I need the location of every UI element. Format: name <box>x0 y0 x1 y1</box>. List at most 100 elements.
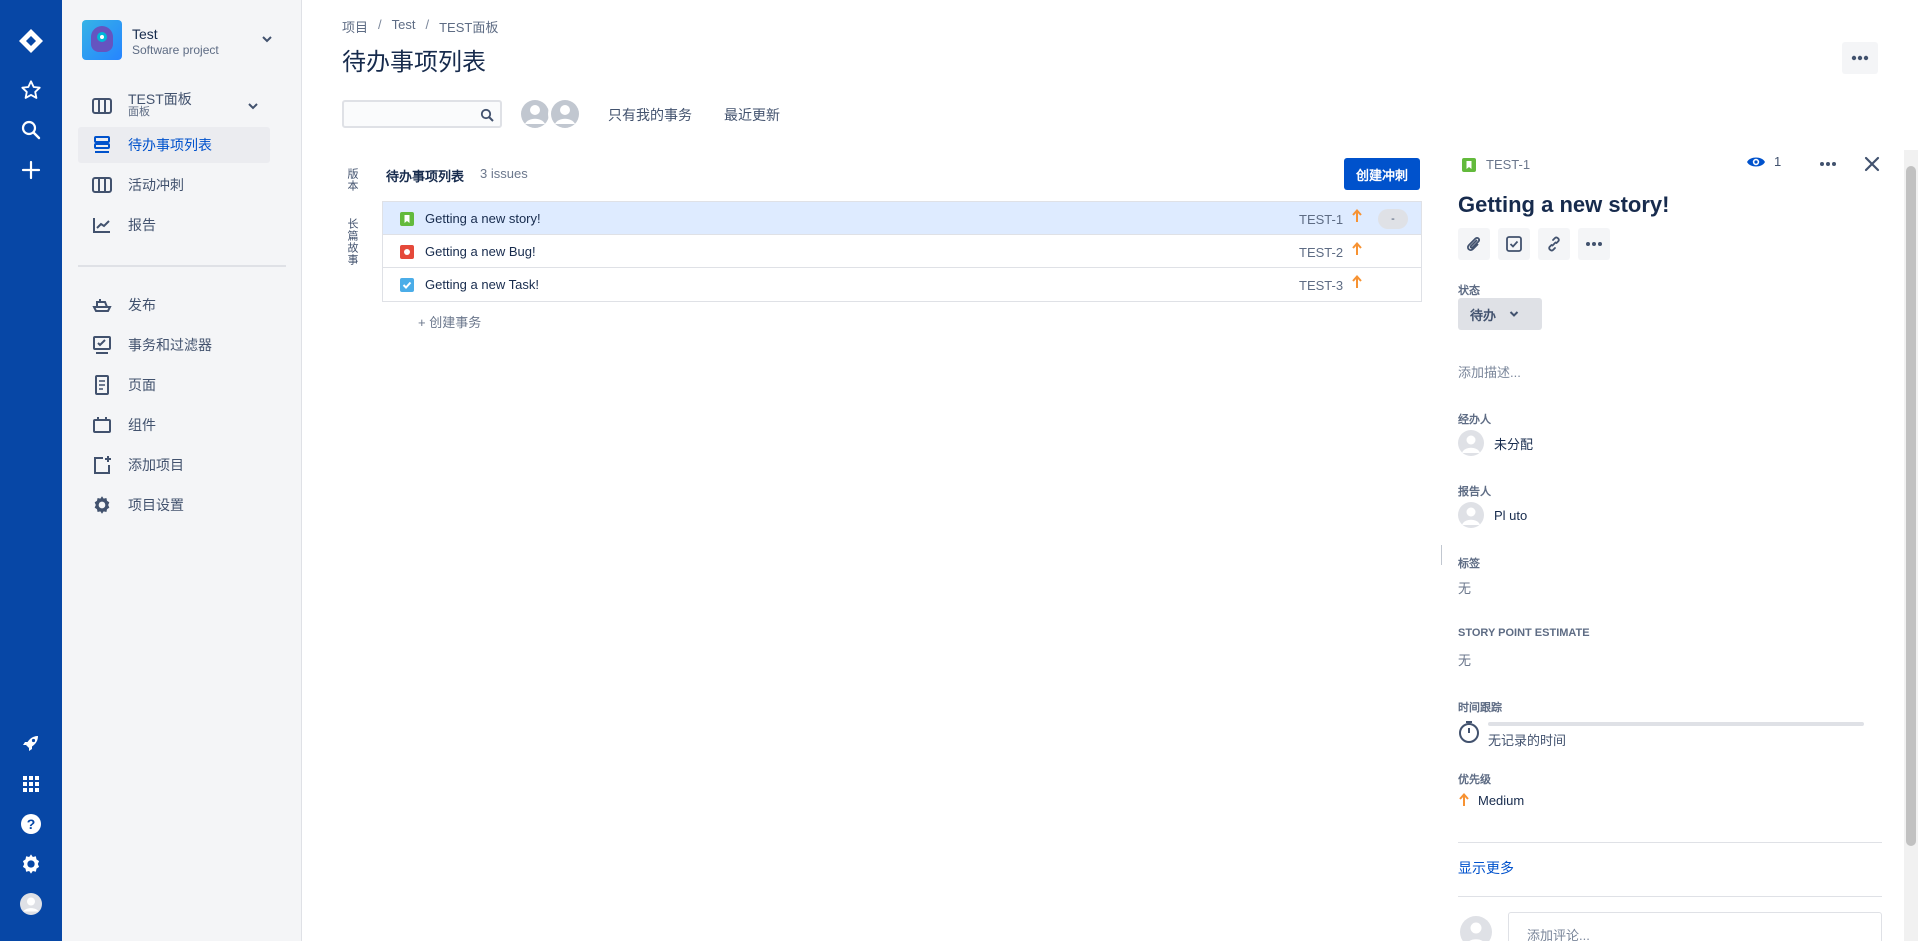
sidebar-item-label: 添加项目 <box>128 457 184 473</box>
settings-icon[interactable] <box>15 848 47 880</box>
table-row[interactable]: Getting a new story! TEST-1 - <box>383 202 1421 235</box>
sidebar-item-backlog[interactable]: 待办事项列表 <box>78 127 270 163</box>
svg-text:?: ? <box>27 816 36 832</box>
ship-icon <box>90 293 114 317</box>
more-actions-button[interactable] <box>1842 42 1878 74</box>
comment-input[interactable]: 添加评论... <box>1508 912 1882 941</box>
more-actions-button[interactable] <box>1578 228 1610 260</box>
avatar <box>1458 502 1484 528</box>
tab-epics[interactable]: 长篇故事 <box>344 218 360 266</box>
app-switcher-icon[interactable] <box>15 768 47 800</box>
sidebar-item-label: 组件 <box>128 417 156 433</box>
star-icon[interactable] <box>15 74 47 106</box>
create-issue-button[interactable]: + 创建事务 <box>418 312 481 331</box>
chevron-down-icon <box>1509 311 1519 317</box>
assignee-value: 未分配 <box>1494 436 1534 452</box>
scrollbar[interactable] <box>1904 150 1918 941</box>
status-dropdown[interactable]: 待办 <box>1458 298 1542 330</box>
breadcrumb-projects[interactable]: 项目 <box>342 17 368 36</box>
breadcrumb-board[interactable]: TEST面板 <box>439 17 498 36</box>
eye-icon <box>1747 157 1765 166</box>
time-tracking-bar <box>1488 722 1864 726</box>
sidebar-item-board[interactable]: TEST面板 面板 <box>78 88 270 124</box>
board-columns-icon <box>90 173 114 197</box>
chart-line-icon <box>90 213 114 237</box>
issues-icon <box>90 333 114 357</box>
chevron-down-icon[interactable] <box>246 99 260 116</box>
rocket-icon[interactable] <box>15 727 47 759</box>
jira-logo-icon[interactable] <box>15 25 47 57</box>
sidebar-item-issues-filters[interactable]: 事务和过滤器 <box>78 327 270 363</box>
more-icon <box>1851 55 1869 61</box>
sidebar-item-label: 页面 <box>128 377 156 393</box>
avatar[interactable] <box>518 97 552 131</box>
issue-key[interactable]: TEST-1 <box>1299 212 1343 227</box>
close-button[interactable] <box>1860 152 1884 179</box>
breadcrumb: 项目 / Test / TEST面板 <box>342 17 499 36</box>
labels-value[interactable]: 无 <box>1458 578 1471 597</box>
issue-key[interactable]: TEST-3 <box>1299 278 1343 293</box>
issue-title[interactable]: Getting a new story! <box>1458 192 1669 218</box>
backlog-icon <box>90 133 114 157</box>
issue-summary: Getting a new Bug! <box>425 244 536 259</box>
table-row[interactable]: Getting a new Task! TEST-3 <box>383 268 1421 301</box>
sidebar-item-reports[interactable]: 报告 <box>78 207 270 243</box>
issue-more-button[interactable] <box>1818 154 1838 177</box>
table-row[interactable]: Getting a new Bug! TEST-2 <box>383 235 1421 268</box>
help-icon[interactable]: ? <box>15 808 47 840</box>
project-name: Test <box>132 26 158 42</box>
priority-label: 优先级 <box>1458 774 1491 786</box>
sidebar-item-releases[interactable]: 发布 <box>78 287 270 323</box>
chevron-down-icon[interactable] <box>260 32 274 49</box>
breadcrumb-project[interactable]: Test <box>392 17 416 36</box>
plus-icon[interactable] <box>15 154 47 186</box>
priority-field[interactable]: Medium <box>1458 792 1524 808</box>
priority-medium-icon <box>1459 792 1469 806</box>
issue-key[interactable]: TEST-2 <box>1299 245 1343 260</box>
project-type: Software project <box>132 43 219 57</box>
sidebar-item-add-item[interactable]: 添加项目 <box>78 447 270 483</box>
add-item-icon <box>90 453 114 477</box>
issue-key[interactable]: TEST-1 <box>1486 157 1530 172</box>
divider <box>1458 842 1882 843</box>
reporter-field[interactable]: Pl uto <box>1458 502 1527 528</box>
estimate-badge: - <box>1378 209 1408 229</box>
description-field[interactable]: 添加描述... <box>1458 362 1521 381</box>
avatar <box>1460 916 1492 941</box>
issue-detail-panel: TEST-1 1 Getting a new story! 状态 待办 添加描述… <box>1440 148 1904 941</box>
search-input[interactable] <box>342 100 502 128</box>
assignee-avatars <box>518 97 582 131</box>
global-nav: ? <box>0 0 62 941</box>
story-icon <box>1462 158 1476 172</box>
filter-recently-updated[interactable]: 最近更新 <box>724 105 780 125</box>
sidebar-item-label: 活动冲刺 <box>128 177 184 193</box>
sidebar-item-active-sprint[interactable]: 活动冲刺 <box>78 167 270 203</box>
project-sidebar: Test Software project TEST面板 面板 待办事项列表 活动… <box>62 0 302 941</box>
assignee-field[interactable]: 未分配 <box>1458 430 1533 456</box>
project-header[interactable]: Test Software project <box>82 20 282 62</box>
time-tracking-label: 时间跟踪 <box>1458 702 1502 714</box>
task-icon <box>400 278 414 292</box>
show-more-link[interactable]: 显示更多 <box>1458 858 1514 878</box>
issue-action-buttons <box>1458 228 1610 260</box>
sidebar-item-pages[interactable]: 页面 <box>78 367 270 403</box>
sidebar-item-project-settings[interactable]: 项目设置 <box>78 487 270 523</box>
attach-button[interactable] <box>1458 228 1490 260</box>
sidebar-item-components[interactable]: 组件 <box>78 407 270 443</box>
tab-versions[interactable]: 版本 <box>344 168 360 192</box>
add-child-issue-button[interactable] <box>1498 228 1530 260</box>
priority-medium-icon <box>1351 241 1363 260</box>
watch-button[interactable]: 1 <box>1746 154 1781 169</box>
link-issue-button[interactable] <box>1538 228 1570 260</box>
create-sprint-button[interactable]: 创建冲刺 <box>1344 158 1420 190</box>
avatar[interactable] <box>548 97 582 131</box>
priority-value: Medium <box>1478 792 1525 808</box>
avatar <box>1458 430 1484 456</box>
story-points-value[interactable]: 无 <box>1458 650 1471 669</box>
profile-icon[interactable] <box>15 888 47 920</box>
stopwatch-icon <box>1459 721 1479 743</box>
component-icon <box>90 413 114 437</box>
filter-only-my-issues[interactable]: 只有我的事务 <box>608 105 692 125</box>
scrollbar-thumb[interactable] <box>1906 166 1916 846</box>
search-icon[interactable] <box>15 114 47 146</box>
